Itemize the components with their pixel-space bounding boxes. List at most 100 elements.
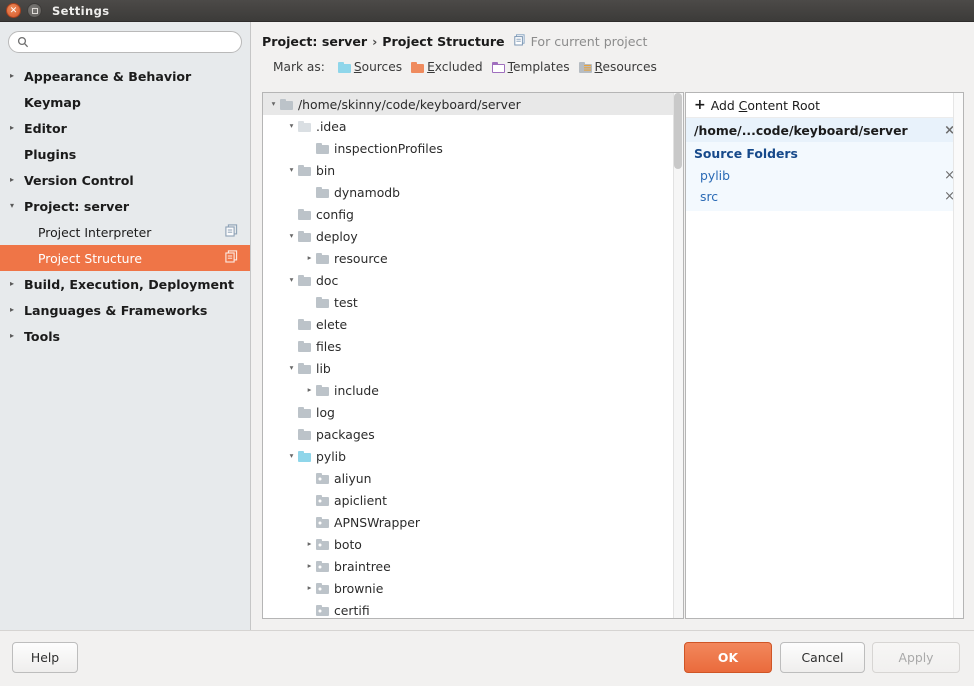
chevron-right-icon[interactable]: ▸ — [10, 332, 24, 340]
chevron-right-icon[interactable]: ▸ — [303, 386, 316, 394]
tree-row[interactable]: ▾bin — [263, 159, 683, 181]
settings-window: ✕ Settings ▸Appearance & BehaviorKeymap▸… — [0, 0, 974, 686]
sidebar-item-keymap[interactable]: Keymap — [0, 89, 250, 115]
tree-row[interactable]: ▸braintree — [263, 555, 683, 577]
page-title: Project Structure — [382, 34, 504, 49]
mark-as-templates-button[interactable]: Templates — [492, 60, 570, 74]
chevron-right-icon[interactable]: ▸ — [10, 280, 24, 288]
tree-row[interactable]: aliyun — [263, 467, 683, 489]
tree-row[interactable]: ▸include — [263, 379, 683, 401]
sidebar-item-languages-frameworks[interactable]: ▸Languages & Frameworks — [0, 297, 250, 323]
chevron-right-icon[interactable]: ▸ — [303, 584, 316, 592]
chevron-right-icon[interactable]: ▸ — [10, 124, 24, 132]
package-folder-icon — [316, 539, 329, 550]
chevron-down-icon[interactable]: ▾ — [285, 276, 298, 284]
tree-row[interactable]: ▾ doc — [263, 269, 683, 291]
tree-row[interactable]: ▾deploy — [263, 225, 683, 247]
search-box[interactable] — [8, 31, 242, 53]
chevron-down-icon[interactable]: ▾ — [267, 100, 280, 108]
folder-icon — [298, 319, 311, 330]
tree-row-label: test — [334, 295, 358, 310]
folder-icon — [298, 275, 311, 286]
sidebar-item-label: Plugins — [24, 147, 76, 162]
search-input[interactable] — [34, 35, 233, 49]
chevron-down-icon[interactable]: ▾ — [285, 452, 298, 460]
ok-button[interactable]: OK — [684, 642, 772, 673]
tree-row[interactable]: apiclient — [263, 489, 683, 511]
mark-as-options: Sources Excluded Templates Resources — [338, 60, 657, 74]
sidebar-item-project-interpreter[interactable]: Project Interpreter — [0, 219, 250, 245]
sidebar-item-label: Project Interpreter — [38, 225, 151, 240]
package-folder-icon — [316, 517, 329, 528]
tree-row[interactable]: certifi — [263, 599, 683, 619]
tree-scrollbar[interactable] — [673, 93, 683, 618]
excluded-folder-icon — [411, 62, 424, 73]
chevron-right-icon[interactable]: ▸ — [303, 562, 316, 570]
folder-icon — [316, 187, 329, 198]
project-tree[interactable]: ▾/home/skinny/code/keyboard/server▾.idea… — [262, 92, 684, 619]
tree-row-label: packages — [316, 427, 375, 442]
close-icon[interactable]: ✕ — [6, 3, 21, 18]
tree-scrollbar-thumb[interactable] — [674, 93, 682, 169]
mark-as-sources-button[interactable]: Sources — [338, 60, 402, 74]
tree-row[interactable]: ▸boto — [263, 533, 683, 555]
settings-scope-icon[interactable] — [225, 250, 238, 266]
chevron-down-icon[interactable]: ▾ — [285, 122, 298, 130]
tree-row-label: lib — [316, 361, 331, 376]
tree-row[interactable]: files — [263, 335, 683, 357]
add-content-root-button[interactable]: + Add Content Root — [686, 93, 963, 118]
source-folder-row[interactable]: src× — [686, 186, 963, 207]
chevron-down-icon[interactable]: ▾ — [285, 166, 298, 174]
chevron-down-icon[interactable]: ▾ — [285, 232, 298, 240]
content-roots-scrollbar[interactable] — [953, 93, 963, 618]
sidebar-item-editor[interactable]: ▸Editor — [0, 115, 250, 141]
mark-as-option-label: Templates — [508, 60, 570, 74]
tree-row[interactable]: ▾/home/skinny/code/keyboard/server — [263, 93, 683, 115]
tree-row[interactable]: ▾ lib — [263, 357, 683, 379]
content-root-row[interactable]: /home/...code/keyboard/server × — [686, 118, 963, 142]
chevron-right-icon[interactable]: ▸ — [303, 540, 316, 548]
mark-as-toolbar: Mark as: SourcesExcludedTemplatesResourc… — [252, 49, 974, 80]
tree-row[interactable]: config — [263, 203, 683, 225]
folder-icon — [298, 429, 311, 440]
mark-as-excluded-button[interactable]: Excluded — [411, 60, 482, 74]
source-folder-row[interactable]: pylib× — [686, 165, 963, 186]
tree-row[interactable]: ▸resource — [263, 247, 683, 269]
chevron-right-icon[interactable]: ▸ — [10, 176, 24, 184]
tree-row[interactable]: ▾pylib — [263, 445, 683, 467]
chevron-down-icon[interactable]: ▾ — [285, 364, 298, 372]
chevron-right-icon[interactable]: ▸ — [10, 72, 24, 80]
tree-row-label: doc — [316, 273, 338, 288]
sidebar-item-project-server[interactable]: ▾Project: server — [0, 193, 250, 219]
settings-scope-icon[interactable] — [225, 224, 238, 240]
sidebar-item-project-structure[interactable]: Project Structure — [0, 245, 250, 271]
chevron-down-icon[interactable]: ▾ — [10, 202, 24, 210]
tree-row[interactable]: ▾.idea — [263, 115, 683, 137]
sidebar-item-plugins[interactable]: Plugins — [0, 141, 250, 167]
sidebar-item-build-execution-deployment[interactable]: ▸Build, Execution, Deployment — [0, 271, 250, 297]
tree-row[interactable]: test — [263, 291, 683, 313]
help-button[interactable]: Help — [12, 642, 78, 673]
breadcrumb-parent[interactable]: Project: server — [262, 34, 367, 49]
tree-row[interactable]: inspectionProfiles — [263, 137, 683, 159]
apply-button[interactable]: Apply — [872, 642, 960, 673]
package-folder-icon — [316, 605, 329, 616]
mark-as-resources-button[interactable]: Resources — [579, 60, 657, 74]
tree-row[interactable]: dynamodb — [263, 181, 683, 203]
chevron-right-icon[interactable]: ▸ — [303, 254, 316, 262]
tree-row[interactable]: elete — [263, 313, 683, 335]
maximize-icon[interactable] — [27, 3, 42, 18]
folder-icon — [298, 363, 311, 374]
cancel-button[interactable]: Cancel — [780, 642, 865, 673]
tree-row[interactable]: ▸brownie — [263, 577, 683, 599]
folder-icon — [298, 121, 311, 132]
tree-row[interactable]: log — [263, 401, 683, 423]
sidebar-item-version-control[interactable]: ▸Version Control — [0, 167, 250, 193]
folder-icon — [298, 209, 311, 220]
sidebar-item-tools[interactable]: ▸Tools — [0, 323, 250, 349]
chevron-right-icon[interactable]: ▸ — [10, 306, 24, 314]
tree-row[interactable]: packages — [263, 423, 683, 445]
tree-row[interactable]: APNSWrapper — [263, 511, 683, 533]
project-tree-rows: ▾/home/skinny/code/keyboard/server▾.idea… — [263, 93, 683, 619]
sidebar-item-appearance-behavior[interactable]: ▸Appearance & Behavior — [0, 63, 250, 89]
